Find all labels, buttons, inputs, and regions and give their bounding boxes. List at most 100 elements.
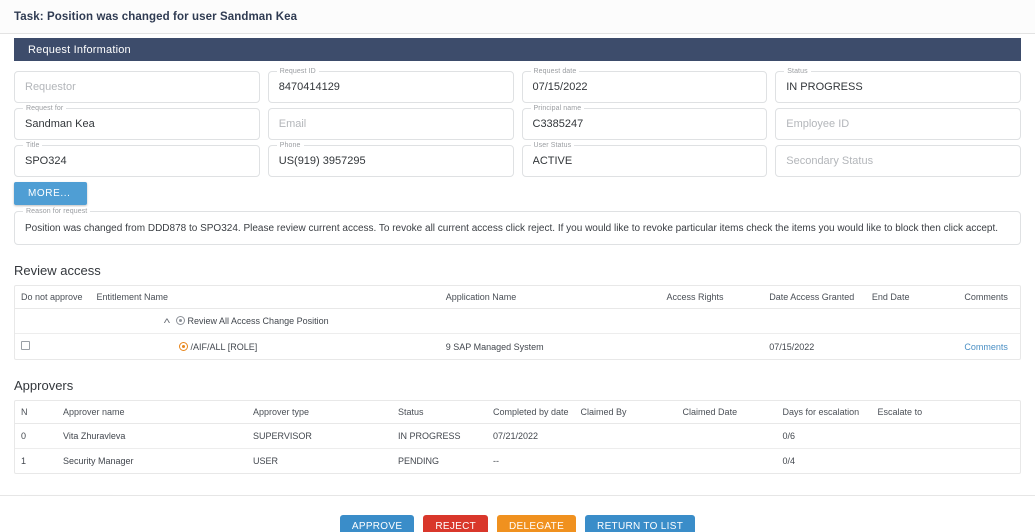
requestor-field[interactable]: Requestor — [14, 71, 260, 103]
col-escalate-to: Escalate to — [872, 401, 1020, 424]
col-completed-by-date: Completed by date — [487, 401, 575, 424]
request-date-field[interactable]: Request date07/15/2022 — [522, 71, 768, 103]
col-status: Status — [392, 401, 487, 424]
do-not-approve-cell — [15, 334, 91, 360]
approver-name-cell: Security Manager — [57, 449, 247, 474]
more-button-row: MORE... — [14, 182, 1021, 205]
table-header-row: N Approver name Approver type Status Com… — [15, 401, 1020, 424]
col-entitlement-name: Entitlement Name — [91, 286, 440, 309]
status-field[interactable]: StatusIN PROGRESS — [775, 71, 1021, 103]
secondary-status-placeholder: Secondary Status — [786, 155, 873, 167]
approver-status-cell: IN PROGRESS — [392, 424, 487, 449]
table-header-row: Do not approve Entitlement Name Applicat… — [15, 286, 1020, 309]
employee-id-field[interactable]: Employee ID — [775, 108, 1021, 140]
approver-status-cell: PENDING — [392, 449, 487, 474]
user-status-value: ACTIVE — [533, 155, 573, 167]
completed-by-date-cell: -- — [487, 449, 575, 474]
col-date-access-granted: Date Access Granted — [763, 286, 866, 309]
date-access-granted-cell — [763, 309, 866, 334]
request-for-label: Request for — [23, 104, 66, 113]
reason-for-request-field[interactable]: Reason for request Position was changed … — [14, 211, 1021, 245]
claimed-by-cell — [575, 449, 677, 474]
status-label: Status — [784, 67, 810, 76]
secondary-status-field[interactable]: Secondary Status — [775, 145, 1021, 177]
approve-button[interactable]: APPROVE — [340, 515, 414, 532]
do-not-approve-checkbox[interactable] — [21, 341, 30, 350]
escalate-to-cell — [872, 424, 1020, 449]
end-date-cell — [866, 334, 958, 360]
approvers-table: N Approver name Approver type Status Com… — [15, 401, 1020, 473]
form-row: Request forSandman Kea Email Principal nam… — [14, 108, 1021, 140]
row-comments-link[interactable]: Comments — [964, 342, 1008, 352]
completed-by-date-cell: 07/21/2022 — [487, 424, 575, 449]
request-date-label: Request date — [531, 67, 580, 76]
entitlement-group-cell: ˄ Review All Access Change Position — [91, 309, 440, 334]
col-access-rights: Access Rights — [661, 286, 764, 309]
task-header: Task: Position was changed for user Sand… — [0, 0, 1035, 34]
escalate-to-cell — [872, 449, 1020, 474]
comments-cell: Comments — [958, 334, 1020, 360]
user-status-field[interactable]: User StatusACTIVE — [522, 145, 768, 177]
email-field[interactable]: Email — [268, 108, 514, 140]
email-placeholder: Email — [279, 118, 307, 130]
return-to-list-button[interactable]: RETURN TO LIST — [585, 515, 695, 532]
entitlement-role-icon — [179, 342, 188, 351]
days-for-escalation-cell: 0/6 — [777, 424, 872, 449]
phone-field[interactable]: PhoneUS(919) 3957295 — [268, 145, 514, 177]
delegate-button[interactable]: DELEGATE — [497, 515, 576, 532]
task-detail-page: Task: Position was changed for user Sand… — [0, 0, 1035, 532]
principal-name-field[interactable]: Principal nameC3385247 — [522, 108, 768, 140]
access-rights-cell — [661, 309, 764, 334]
entitlement-group-icon — [176, 316, 185, 325]
table-row: /AIF/ALL [ROLE]9 SAP Managed System07/15… — [15, 334, 1020, 360]
review-access-title: Review access — [14, 263, 1035, 278]
end-date-cell — [866, 309, 958, 334]
phone-value: US(919) 3957295 — [279, 155, 366, 167]
approvers-table-head: N Approver name Approver type Status Com… — [15, 401, 1020, 424]
requestor-placeholder: Requestor — [25, 81, 76, 93]
do-not-approve-cell — [15, 309, 91, 334]
approver-number-cell: 0 — [15, 424, 57, 449]
more-button[interactable]: MORE... — [14, 182, 87, 205]
status-value: IN PROGRESS — [786, 81, 862, 93]
reason-for-request-value: Position was changed from DDD878 to SPO3… — [25, 223, 998, 234]
section-header-request-information: Request Information — [14, 38, 1021, 61]
access-rights-cell — [661, 334, 764, 360]
section-header-label: Request Information — [28, 44, 131, 56]
request-id-field[interactable]: Request ID8470414129 — [268, 71, 514, 103]
date-access-granted-cell: 07/15/2022 — [763, 334, 866, 360]
claimed-by-cell — [575, 424, 677, 449]
reason-row: Reason for request Position was changed … — [14, 211, 1021, 245]
entitlement-name-cell: /AIF/ALL [ROLE] — [91, 334, 440, 360]
phone-label: Phone — [277, 141, 304, 150]
entitlement-name-label: /AIF/ALL [ROLE] — [191, 342, 258, 352]
request-date-value: 07/15/2022 — [533, 81, 588, 93]
request-for-field[interactable]: Request forSandman Kea — [14, 108, 260, 140]
entitlement-group-label: Review All Access Change Position — [188, 316, 329, 326]
action-footer: APPROVE REJECT DELEGATE RETURN TO LIST — [0, 495, 1035, 532]
approver-type-cell: USER — [247, 449, 392, 474]
col-claimed-date: Claimed Date — [677, 401, 777, 424]
approvers-table-body: 0Vita ZhuravlevaSUPERVISORIN PROGRESS07/… — [15, 424, 1020, 474]
col-n: N — [15, 401, 57, 424]
reject-button[interactable]: REJECT — [423, 515, 488, 532]
review-access-table-wrap: Do not approve Entitlement Name Applicat… — [14, 285, 1021, 360]
col-claimed-by: Claimed By — [575, 401, 677, 424]
title-label: Title — [23, 141, 42, 150]
title-field[interactable]: TitleSPO324 — [14, 145, 260, 177]
table-row: 1Security ManagerUSERPENDING-- 0/4 — [15, 449, 1020, 474]
col-do-not-approve: Do not approve — [15, 286, 91, 309]
principal-name-value: C3385247 — [533, 118, 584, 130]
chevron-up-icon[interactable]: ˄ — [163, 316, 176, 326]
form-row: Requestor Request ID8470414129Request dat… — [14, 71, 1021, 103]
page-title: Task: Position was changed for user Sand… — [14, 11, 297, 23]
approver-number-cell: 1 — [15, 449, 57, 474]
review-access-table-head: Do not approve Entitlement Name Applicat… — [15, 286, 1020, 309]
days-for-escalation-cell: 0/4 — [777, 449, 872, 474]
request-id-value: 8470414129 — [279, 81, 340, 93]
approvers-title: Approvers — [14, 378, 1035, 393]
form-row: TitleSPO324PhoneUS(919) 3957295User Stat… — [14, 145, 1021, 177]
table-row: ˄ Review All Access Change Position — [15, 309, 1020, 334]
reason-for-request-label: Reason for request — [23, 207, 90, 216]
col-comments: Comments — [958, 286, 1020, 309]
